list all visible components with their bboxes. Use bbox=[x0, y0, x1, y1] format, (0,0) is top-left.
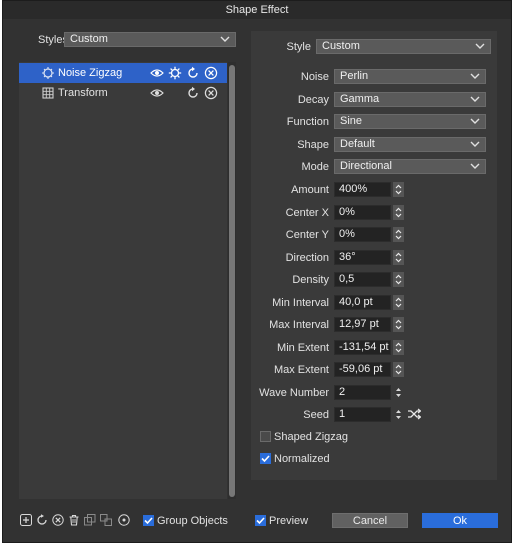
direction-field[interactable]: 36° bbox=[334, 250, 391, 265]
mode-value: Directional bbox=[340, 160, 392, 172]
ok-button[interactable]: Ok bbox=[422, 513, 498, 528]
shape-label: Shape bbox=[297, 139, 329, 151]
gear-icon[interactable] bbox=[168, 66, 182, 80]
center-x-label: Center X bbox=[285, 207, 329, 219]
center-y-field[interactable]: 0% bbox=[334, 227, 391, 242]
trash-icon[interactable] bbox=[68, 514, 80, 526]
effects-list-scrollbar[interactable] bbox=[228, 62, 236, 499]
eye-icon[interactable] bbox=[150, 66, 164, 80]
center-y-stepper-icon[interactable] bbox=[393, 227, 404, 242]
checkmark-icon bbox=[261, 455, 270, 463]
function-value: Sine bbox=[340, 115, 363, 127]
chevron-down-icon bbox=[470, 141, 480, 147]
effects-list bbox=[19, 62, 227, 499]
reset-icon[interactable] bbox=[186, 66, 200, 80]
style-dropdown[interactable]: Custom bbox=[316, 39, 491, 54]
min-interval-stepper-icon[interactable] bbox=[393, 295, 404, 310]
transform-grid-icon bbox=[42, 87, 54, 99]
center-x-stepper-icon[interactable] bbox=[393, 205, 404, 220]
max-extent-stepper-icon[interactable] bbox=[393, 362, 404, 377]
styles-dropdown-value: Custom bbox=[70, 33, 108, 45]
normalized-checkbox[interactable] bbox=[260, 453, 271, 464]
checkmark-icon bbox=[144, 517, 153, 525]
direction-label: Direction bbox=[285, 252, 329, 264]
remove-icon[interactable] bbox=[204, 86, 218, 100]
shape-value: Default bbox=[340, 138, 375, 150]
seed-label: Seed bbox=[303, 409, 329, 421]
decay-dropdown[interactable]: Gamma bbox=[334, 92, 486, 107]
wave-number-stepper-icon[interactable] bbox=[393, 385, 404, 400]
dialog-title: Shape Effect bbox=[3, 1, 511, 19]
shaped-zigzag-label: Shaped Zigzag bbox=[274, 431, 348, 443]
min-interval-field[interactable]: 40,0 pt bbox=[334, 295, 391, 310]
wave-number-label: Wave Number bbox=[259, 387, 329, 399]
direction-stepper-icon[interactable] bbox=[393, 250, 404, 265]
arrange-icon[interactable] bbox=[100, 514, 112, 526]
scrollbar-thumb[interactable] bbox=[229, 65, 235, 497]
noise-label: Noise bbox=[300, 71, 329, 83]
seed-stepper-icon[interactable] bbox=[393, 407, 404, 422]
group-objects-checkbox[interactable] bbox=[143, 515, 154, 526]
chevron-down-icon bbox=[220, 36, 230, 42]
chevron-down-icon bbox=[475, 43, 485, 49]
normalized-label: Normalized bbox=[274, 453, 330, 465]
noise-value: Perlin bbox=[340, 70, 369, 82]
reset-all-icon[interactable] bbox=[36, 514, 48, 526]
effect-row-transform[interactable]: Transform bbox=[19, 83, 227, 103]
effect-row-noise-zigzag[interactable]: Noise Zigzag bbox=[19, 63, 227, 83]
min-interval-label: Min Interval bbox=[272, 297, 329, 309]
reset-icon[interactable] bbox=[186, 86, 200, 100]
decay-label: Decay bbox=[297, 94, 329, 106]
chevron-down-icon bbox=[470, 96, 480, 102]
shuffle-icon[interactable] bbox=[407, 407, 421, 421]
preview-checkbox[interactable] bbox=[255, 515, 266, 526]
eye-icon[interactable] bbox=[150, 86, 164, 100]
decay-value: Gamma bbox=[340, 93, 380, 105]
effect-name: Noise Zigzag bbox=[58, 67, 123, 79]
center-y-label: Center Y bbox=[285, 229, 329, 241]
max-interval-label: Max Interval bbox=[269, 319, 329, 331]
mode-label: Mode bbox=[301, 161, 329, 173]
shape-dropdown[interactable]: Default bbox=[334, 137, 486, 152]
mode-dropdown[interactable]: Directional bbox=[334, 159, 486, 174]
style-dropdown-value: Custom bbox=[322, 40, 360, 52]
density-label: Density bbox=[292, 274, 329, 286]
min-extent-stepper-icon[interactable] bbox=[393, 340, 404, 355]
cancel-button[interactable]: Cancel bbox=[332, 513, 408, 528]
amount-label: Amount bbox=[291, 184, 329, 196]
center-x-field[interactable]: 0% bbox=[334, 205, 391, 220]
remove-effect-icon[interactable] bbox=[52, 514, 64, 526]
chevron-down-icon bbox=[470, 73, 480, 79]
noise-dropdown[interactable]: Perlin bbox=[334, 69, 486, 84]
max-extent-label: Max Extent bbox=[273, 364, 329, 376]
wave-number-field[interactable]: 2 bbox=[334, 385, 391, 400]
amount-field[interactable]: 400% bbox=[334, 182, 391, 197]
target-icon[interactable] bbox=[118, 514, 130, 526]
function-dropdown[interactable]: Sine bbox=[334, 114, 486, 129]
checkmark-icon bbox=[256, 517, 265, 525]
effect-name: Transform bbox=[58, 87, 108, 99]
function-label: Function bbox=[286, 116, 329, 128]
group-objects-label: Group Objects bbox=[157, 515, 228, 527]
shaped-zigzag-checkbox[interactable] bbox=[260, 431, 271, 442]
duplicate-icon[interactable] bbox=[84, 514, 96, 526]
max-interval-stepper-icon[interactable] bbox=[393, 317, 404, 332]
chevron-down-icon bbox=[470, 118, 480, 124]
min-extent-label: Min Extent bbox=[277, 342, 329, 354]
preview-label: Preview bbox=[269, 515, 309, 527]
density-field[interactable]: 0,5 bbox=[334, 272, 391, 287]
add-effect-icon[interactable] bbox=[20, 514, 32, 526]
style-label: Style bbox=[286, 41, 311, 53]
amount-stepper-icon[interactable] bbox=[393, 182, 404, 197]
min-extent-field[interactable]: -131,54 pt bbox=[334, 340, 391, 355]
max-extent-field[interactable]: -59,06 pt bbox=[334, 362, 391, 377]
remove-icon[interactable] bbox=[204, 66, 218, 80]
shape-effect-dialog: Shape Effect Styles Custom Noise Zigzag … bbox=[2, 0, 512, 543]
seed-field[interactable]: 1 bbox=[334, 407, 391, 422]
zigzag-gear-icon bbox=[42, 67, 54, 79]
styles-dropdown[interactable]: Custom bbox=[64, 32, 236, 47]
chevron-down-icon bbox=[470, 163, 480, 169]
max-interval-field[interactable]: 12,97 pt bbox=[334, 317, 391, 332]
density-stepper-icon[interactable] bbox=[393, 272, 404, 287]
